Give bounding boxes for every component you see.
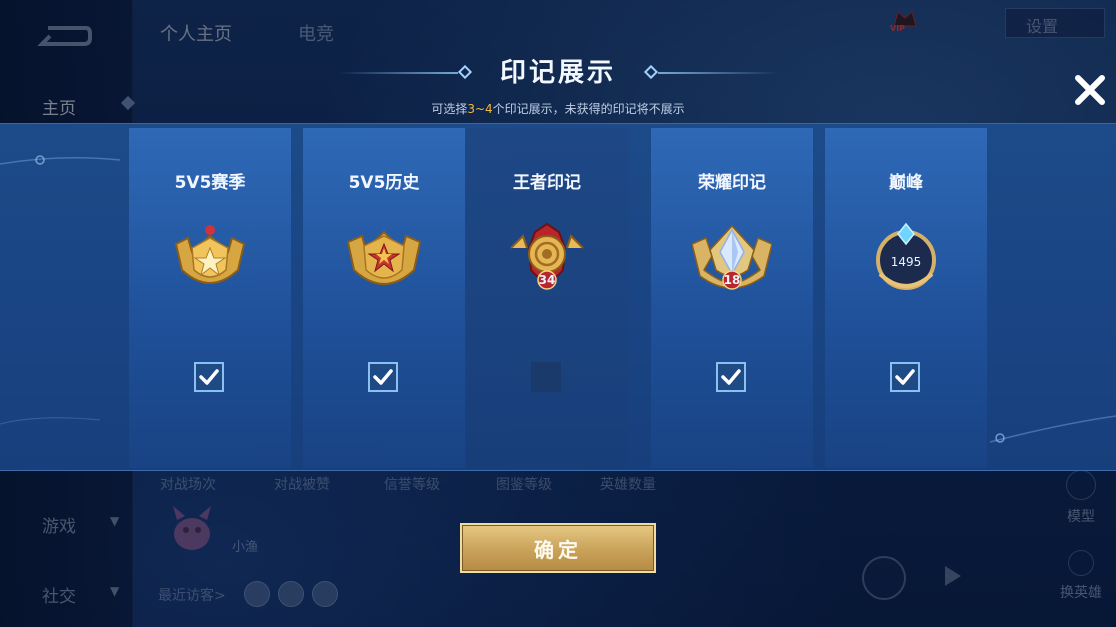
close-icon [1075, 75, 1105, 105]
king-emblem-icon: 34 [510, 222, 584, 290]
checkmark-icon [373, 369, 393, 385]
gold-star-badge-icon [346, 230, 422, 285]
emblem-checkbox[interactable] [890, 362, 920, 392]
subtitle-highlight: 3~4 [467, 102, 493, 116]
gold-star-badge-icon [174, 225, 246, 284]
peak-diamond-icon: 1495 [876, 222, 936, 290]
emblem-checkbox[interactable] [368, 362, 398, 392]
card-label: 5V5赛季 [174, 173, 246, 193]
emblem-card-5v5-season[interactable]: 5V5赛季 [129, 128, 291, 468]
king-emblem-number: 34 [539, 273, 556, 287]
subtitle-suffix: 个印记展示，未获得的印记将不展示 [492, 102, 685, 116]
emblem-checkbox[interactable] [716, 362, 746, 392]
emblem-checkbox[interactable] [531, 362, 561, 392]
glory-emblem-number: 18 [724, 273, 741, 287]
modal-title: 印记展示 [499, 58, 616, 88]
emblem-card-glory[interactable]: 荣耀印记 18 [651, 128, 813, 468]
modal-subtitle: 可选择3~4个印记展示，未获得的印记将不展示 [0, 100, 1116, 117]
checkmark-icon [895, 369, 915, 385]
close-button[interactable] [1072, 72, 1108, 108]
emblem-card-peak[interactable]: 巅峰 1495 [825, 128, 987, 468]
modal-title-wrap: 印记展示 [0, 52, 1116, 89]
peak-score: 1495 [891, 255, 922, 269]
card-label: 巅峰 [889, 173, 923, 193]
confirm-button[interactable]: 确定 [460, 523, 656, 573]
card-label: 王者印记 [513, 173, 581, 193]
card-label: 5V5历史 [348, 173, 420, 193]
checkmark-icon [199, 369, 219, 385]
emblem-card-5v5-history[interactable]: 5V5历史 [303, 128, 465, 468]
card-label: 荣耀印记 [698, 173, 766, 193]
glory-crystal-badge-icon: 18 [692, 224, 772, 290]
emblem-card-king[interactable]: 王者印记 34 [466, 128, 628, 468]
subtitle-prefix: 可选择 [431, 102, 468, 116]
checkmark-icon [721, 369, 741, 385]
emblem-checkbox[interactable] [194, 362, 224, 392]
